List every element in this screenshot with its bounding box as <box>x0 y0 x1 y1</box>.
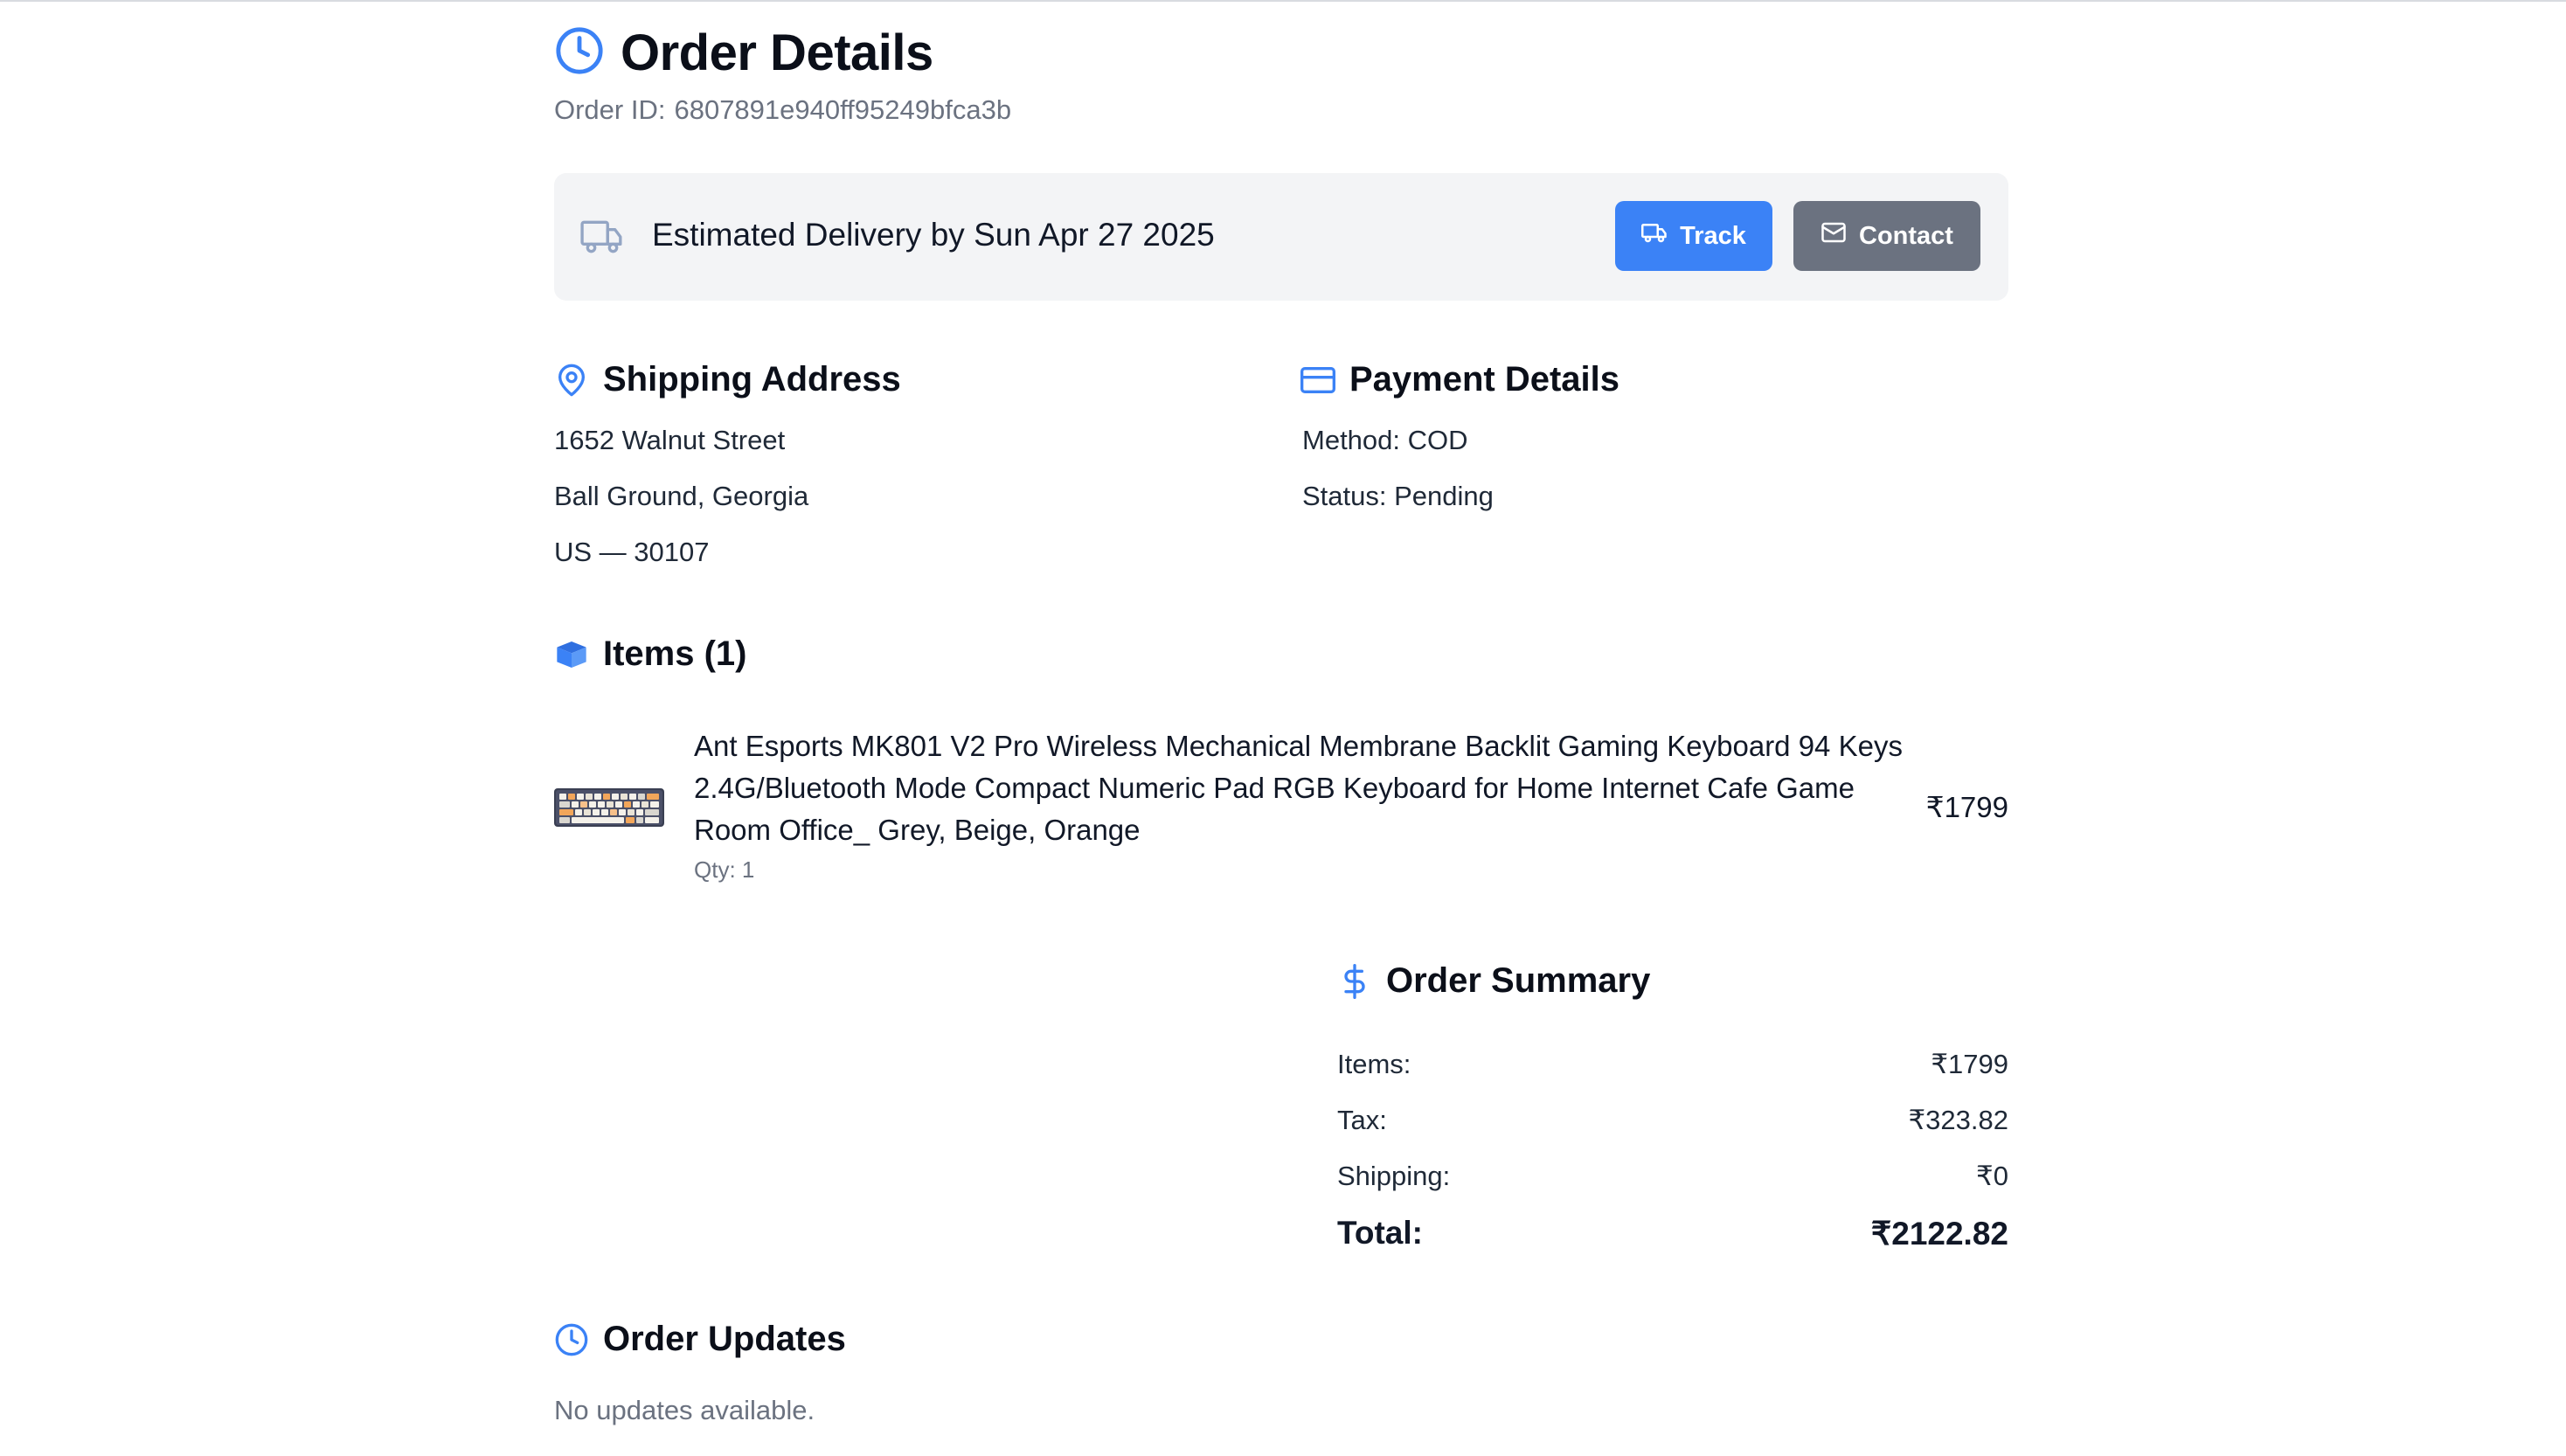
box-icon <box>554 637 589 672</box>
total-value: ₹2122.82 <box>1870 1216 2008 1251</box>
order-summary-title: Order Summary <box>1386 961 1651 1000</box>
truck-icon <box>580 215 624 259</box>
payment-status: Status: Pending <box>1302 481 1494 511</box>
summary-value: ₹0 <box>1976 1161 2008 1191</box>
item-quantity: Qty: 1 <box>694 856 755 883</box>
address-city-state: Ball Ground, Georgia <box>554 481 809 511</box>
page-title: Order Details <box>621 24 933 81</box>
order-summary-header: Order Summary <box>1337 961 1650 1001</box>
summary-label: Items: <box>1337 1049 1411 1079</box>
order-id-value: 6807891e940ff95249bfca3b <box>674 94 1012 125</box>
estimated-delivery-text: Estimated Delivery by Sun Apr 27 2025 <box>652 217 1215 253</box>
summary-row-items: Items: ₹1799 <box>1337 1049 2008 1080</box>
summary-value: ₹323.82 <box>1908 1105 2008 1135</box>
track-button-label: Track <box>1680 221 1746 250</box>
mail-icon <box>1820 219 1847 253</box>
shipping-address-title: Shipping Address <box>603 360 901 399</box>
map-pin-icon <box>554 363 589 398</box>
shipping-address-header: Shipping Address <box>554 360 901 399</box>
keyboard-product-image[interactable] <box>554 785 664 829</box>
order-updates-title: Order Updates <box>603 1320 846 1358</box>
summary-label: Shipping: <box>1337 1161 1451 1191</box>
clock-icon <box>554 25 605 80</box>
address-country-zip: US — 30107 <box>554 537 710 567</box>
page-header: Order Details <box>554 23 933 82</box>
summary-value: ₹1799 <box>1931 1049 2008 1079</box>
items-header: Items (1) <box>554 634 747 674</box>
payment-details-header: Payment Details <box>1300 360 1619 399</box>
order-id-label: Order ID: <box>554 94 666 125</box>
contact-button[interactable]: Contact <box>1793 201 1980 271</box>
order-id: Order ID: 6807891e940ff95249bfca3b <box>554 94 1011 126</box>
items-title: Items (1) <box>603 634 747 673</box>
truck-icon <box>1641 219 1668 253</box>
address-street: 1652 Walnut Street <box>554 425 786 455</box>
total-label: Total: <box>1337 1215 1423 1251</box>
summary-row-total: Total: ₹2122.82 <box>1337 1215 2008 1252</box>
no-updates-message: No updates available. <box>554 1395 815 1425</box>
item-price: ₹1799 <box>1925 791 2008 823</box>
payment-details-title: Payment Details <box>1349 360 1620 399</box>
top-divider <box>0 0 2566 2</box>
delivery-banner: Estimated Delivery by Sun Apr 27 2025 Tr… <box>554 173 2008 301</box>
summary-label: Tax: <box>1337 1105 1387 1135</box>
credit-card-icon <box>1300 363 1335 398</box>
payment-method: Method: COD <box>1302 425 1468 455</box>
summary-row-tax: Tax: ₹323.82 <box>1337 1105 2008 1136</box>
track-button[interactable]: Track <box>1615 201 1772 271</box>
summary-row-shipping: Shipping: ₹0 <box>1337 1161 2008 1192</box>
contact-button-label: Contact <box>1859 221 1953 250</box>
clock-icon <box>554 1322 589 1357</box>
order-updates-header: Order Updates <box>554 1320 846 1359</box>
dollar-icon <box>1337 963 1372 999</box>
item-name[interactable]: Ant Esports MK801 V2 Pro Wireless Mechan… <box>694 725 1935 851</box>
